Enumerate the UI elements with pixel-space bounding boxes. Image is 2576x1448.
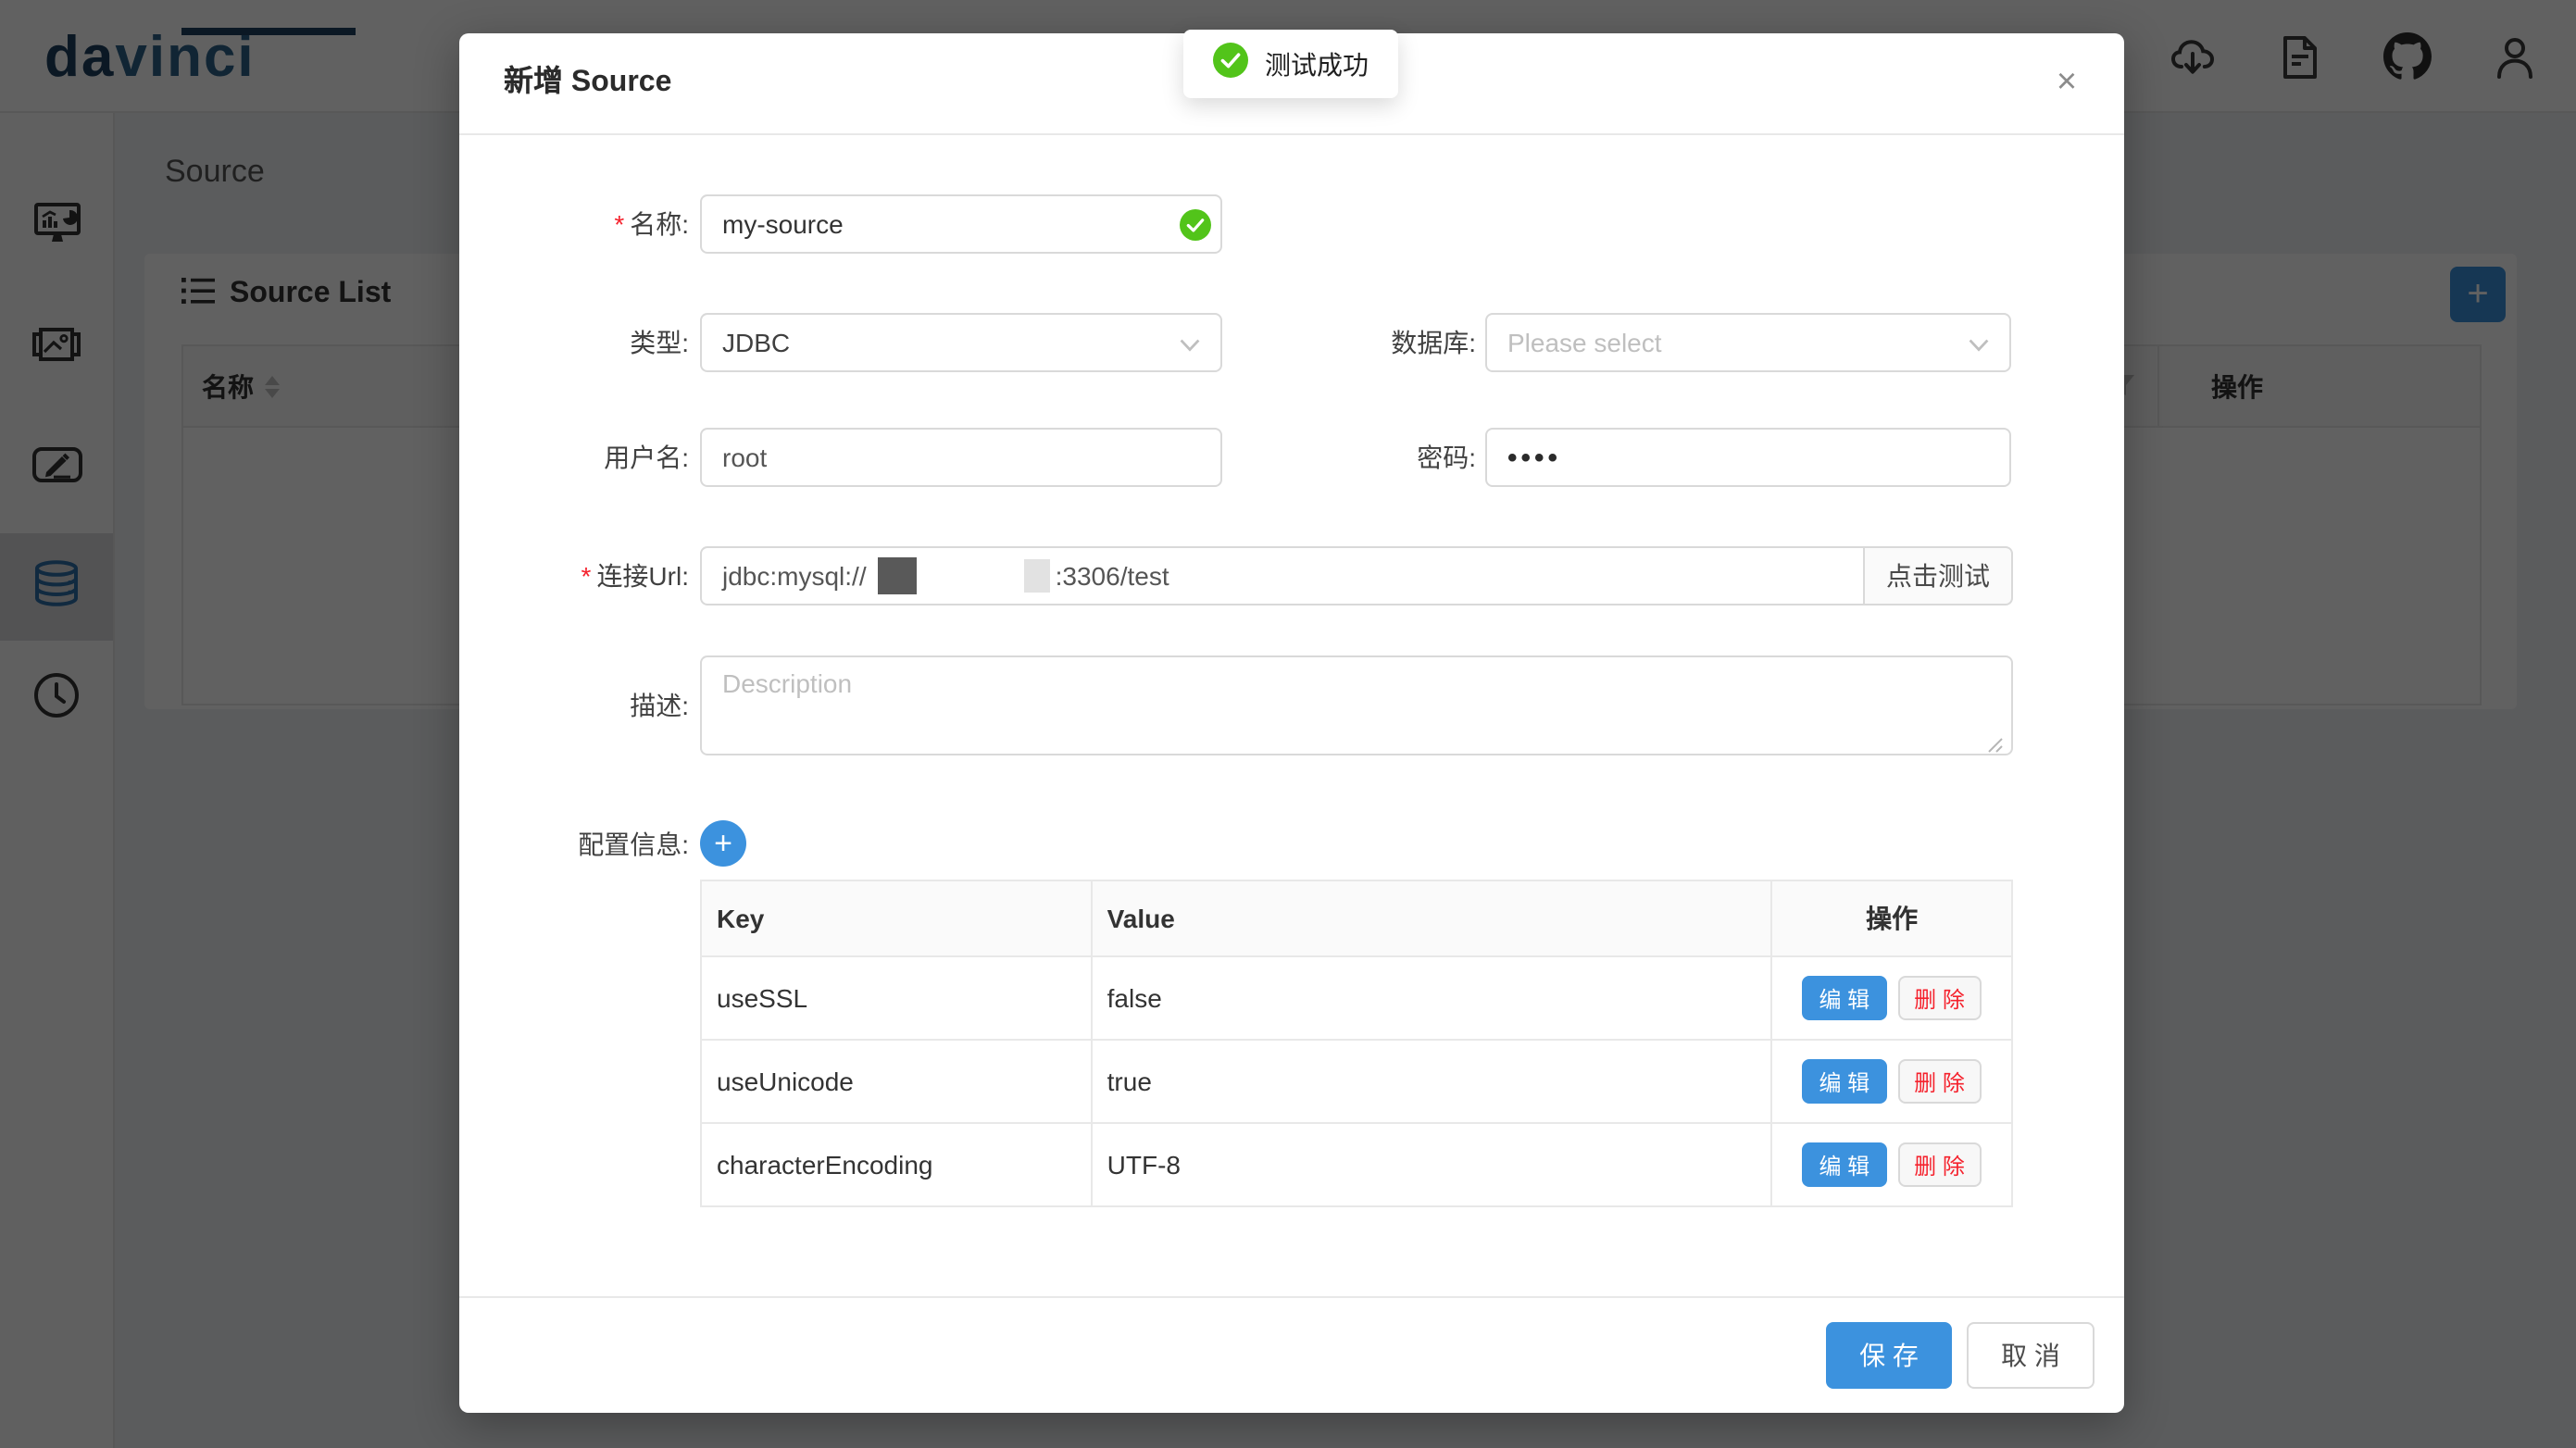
add-source-modal: 新增 Source × *名称: 类型: JDBC 数据库: Please se… bbox=[459, 33, 2124, 1413]
config-value: false bbox=[1092, 956, 1772, 1040]
success-check-icon bbox=[1213, 42, 1248, 86]
toast-message: 测试成功 bbox=[1265, 45, 1369, 82]
delete-button[interactable]: 删 除 bbox=[1897, 1142, 1982, 1187]
username-label: 用户名: bbox=[496, 428, 689, 487]
database-select[interactable]: Please select bbox=[1485, 313, 2011, 372]
config-col-action: 操作 bbox=[1771, 880, 2012, 956]
url-label: *连接Url: bbox=[496, 546, 689, 605]
type-label: 类型: bbox=[496, 313, 689, 372]
url-input[interactable]: jdbc:mysql:// :3306/test bbox=[700, 546, 1865, 605]
config-row: useUnicode true 编 辑删 除 bbox=[701, 1040, 2012, 1123]
config-value: UTF-8 bbox=[1092, 1123, 1772, 1206]
config-col-value: Value bbox=[1092, 880, 1772, 956]
type-select[interactable]: JDBC bbox=[700, 313, 1222, 372]
config-row: useSSL false 编 辑删 除 bbox=[701, 956, 2012, 1040]
name-input[interactable] bbox=[700, 194, 1222, 254]
description-textarea[interactable] bbox=[700, 655, 2013, 755]
modal-title: 新增 Source bbox=[504, 33, 671, 133]
modal-footer: 保 存 取 消 bbox=[459, 1296, 2124, 1413]
config-col-key: Key bbox=[701, 880, 1092, 956]
add-config-button[interactable]: + bbox=[700, 820, 746, 867]
edit-button[interactable]: 编 辑 bbox=[1802, 1142, 1886, 1187]
config-key: characterEncoding bbox=[701, 1123, 1092, 1206]
config-key: useSSL bbox=[701, 956, 1092, 1040]
name-label: *名称: bbox=[496, 194, 689, 254]
edit-button[interactable]: 编 辑 bbox=[1802, 976, 1886, 1020]
chevron-down-icon bbox=[1180, 315, 1200, 370]
delete-button[interactable]: 删 除 bbox=[1897, 1059, 1982, 1104]
redacted-host-block bbox=[878, 557, 917, 594]
url-field-group: jdbc:mysql:// :3306/test 点击测试 bbox=[700, 546, 2013, 605]
chevron-down-icon bbox=[1969, 315, 1989, 370]
valid-check-icon bbox=[1180, 209, 1211, 250]
password-input[interactable]: •••• bbox=[1485, 428, 2011, 487]
cancel-button[interactable]: 取 消 bbox=[1967, 1322, 2095, 1389]
config-table-header: Key Value 操作 bbox=[701, 880, 2012, 956]
username-input[interactable] bbox=[700, 428, 1222, 487]
close-icon[interactable]: × bbox=[2043, 59, 2091, 107]
delete-button[interactable]: 删 除 bbox=[1897, 976, 1982, 1020]
config-row: characterEncoding UTF-8 编 辑删 除 bbox=[701, 1123, 2012, 1206]
success-toast: 测试成功 bbox=[1183, 30, 1398, 98]
app: davinci bbox=[0, 0, 2576, 1448]
config-value: true bbox=[1092, 1040, 1772, 1123]
redacted-host-block-2 bbox=[1024, 559, 1050, 593]
edit-button[interactable]: 编 辑 bbox=[1802, 1059, 1886, 1104]
config-label: 配置信息: bbox=[496, 815, 689, 874]
database-label: 数据库: bbox=[1256, 313, 1476, 372]
config-table: Key Value 操作 useSSL false 编 辑删 除 useUnic… bbox=[700, 880, 2013, 1207]
save-button[interactable]: 保 存 bbox=[1826, 1322, 1952, 1389]
password-label: 密码: bbox=[1256, 428, 1476, 487]
description-label: 描述: bbox=[496, 676, 689, 735]
test-connection-button[interactable]: 点击测试 bbox=[1865, 546, 2013, 605]
config-key: useUnicode bbox=[701, 1040, 1092, 1123]
